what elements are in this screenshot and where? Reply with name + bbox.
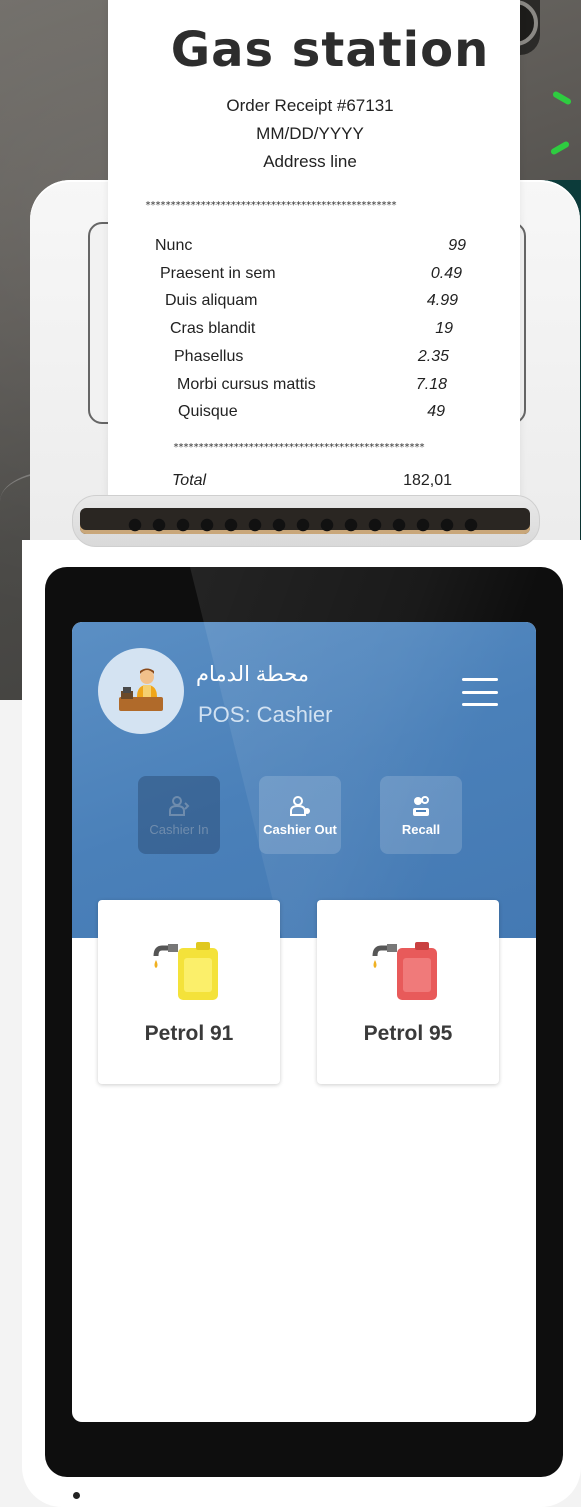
recall-icon <box>413 795 429 816</box>
pos-role-label: POS: Cashier <box>198 702 333 727</box>
receipt-item-value: 7.18 <box>415 376 447 393</box>
cashier-icon <box>119 668 163 711</box>
fuel-label: Petrol 91 <box>144 1022 234 1045</box>
cashier-avatar <box>98 648 184 734</box>
receipt-item-value: 0.49 <box>430 265 462 282</box>
receipt-title: Gas station <box>170 22 490 78</box>
green-light <box>549 140 571 156</box>
receipt-item-name: Cras blandit <box>170 320 256 337</box>
receipt-order-number: Order Receipt #67131 <box>226 96 394 115</box>
cashier-in-label: Cashier In <box>149 821 209 837</box>
recall-button[interactable]: Recall <box>380 776 462 854</box>
app-screen: محطة الدمام POS: Cashier Cashier In Cash… <box>72 622 536 1422</box>
receipt-item-name: Morbi cursus mattis <box>177 376 316 393</box>
fuel-card-petrol-91[interactable]: Petrol 91 <box>98 900 280 1084</box>
menu-bar <box>462 678 498 681</box>
recall-label: Recall <box>401 821 441 837</box>
menu-bar <box>462 690 498 694</box>
receipt-item-value: 19 <box>435 320 453 337</box>
station-name: محطة الدمام <box>196 663 310 686</box>
receipt-item-name: Nunc <box>155 237 193 254</box>
receipt-item-value: 4.99 <box>426 292 458 309</box>
fuel-card-petrol-95[interactable]: Petrol 95 <box>317 900 499 1084</box>
green-light <box>551 90 573 106</box>
fuel-label: Petrol 95 <box>363 1022 453 1045</box>
red-fuel-can-icon <box>372 942 437 1000</box>
cashier-out-button[interactable]: Cashier Out <box>259 776 341 854</box>
hamburger-menu-button[interactable] <box>462 678 498 706</box>
receipt-item-name: Phasellus <box>174 348 244 365</box>
receipt-tear-edge <box>128 518 488 532</box>
receipt-item-value: 2.35 <box>417 348 449 365</box>
receipt-total-label: Total <box>172 472 207 489</box>
receipt-item-name: Duis aliquam <box>165 292 258 309</box>
receipt-date: MM/DD/YYYY <box>256 124 364 143</box>
yellow-fuel-can-icon <box>153 942 218 1000</box>
receipt-total-value: 182,01 <box>403 472 452 489</box>
receipt-item-name: Praesent in sem <box>160 265 276 282</box>
receipt-separator: ****************************************… <box>173 442 425 453</box>
cashier-in-icon <box>169 795 190 816</box>
camera-dot <box>73 1492 80 1499</box>
cashier-out-label: Cashier Out <box>263 821 337 837</box>
cashier-out-icon <box>290 795 310 816</box>
receipt-item-value: 49 <box>427 403 445 420</box>
receipt-separator: ****************************************… <box>145 200 397 211</box>
receipt-item-name: Quisque <box>178 403 238 420</box>
cashier-in-button[interactable]: Cashier In <box>138 776 220 854</box>
receipt-item-value: 99 <box>448 237 466 254</box>
menu-bar <box>462 703 498 706</box>
receipt-address: Address line <box>263 152 357 171</box>
